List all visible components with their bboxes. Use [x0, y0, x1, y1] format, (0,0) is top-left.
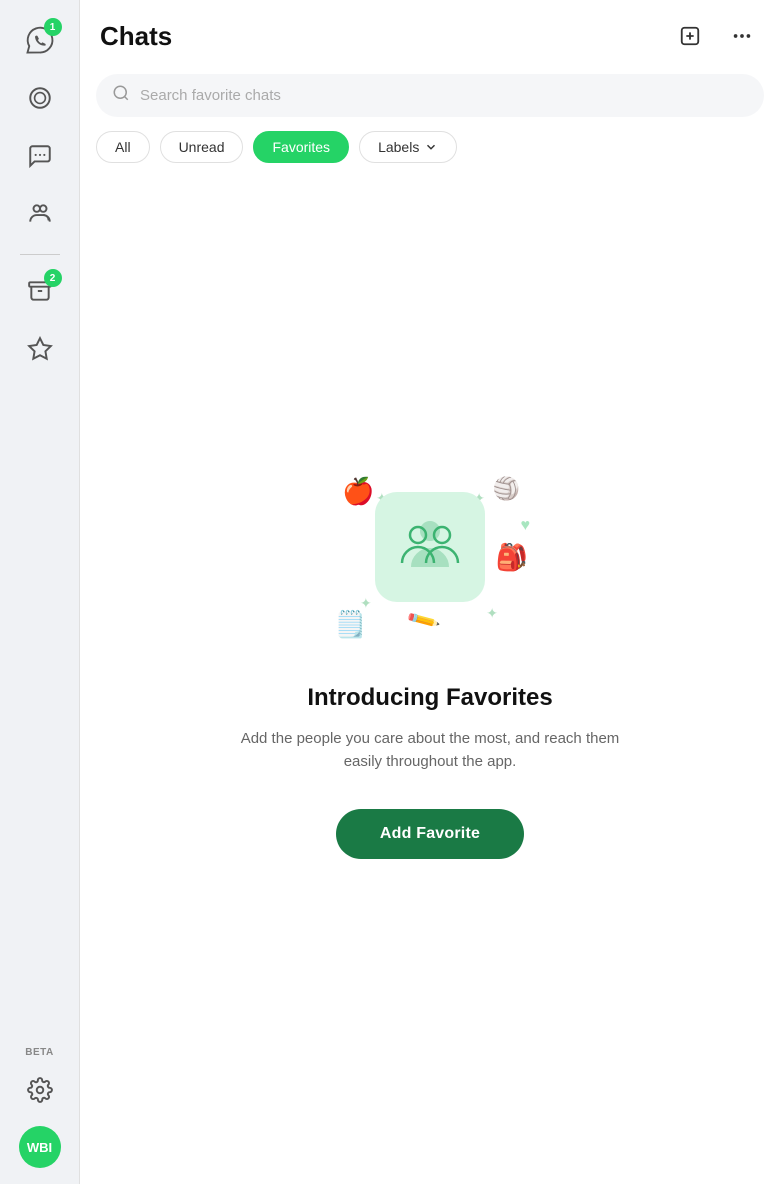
sparkle-icon-4: ✦	[486, 605, 498, 622]
tab-favorites[interactable]: Favorites	[253, 131, 349, 163]
chats-icon	[27, 143, 53, 169]
header-actions	[672, 18, 760, 54]
sidebar-item-settings[interactable]	[16, 1066, 64, 1114]
starred-icon	[27, 336, 53, 362]
filter-tabs: All Unread Favorites Labels	[80, 127, 780, 177]
settings-icon	[27, 1077, 53, 1103]
sidebar-bottom: BETA WBI	[16, 1047, 64, 1168]
sidebar-item-archive[interactable]: 2	[16, 267, 64, 315]
whatsapp-badge: 1	[44, 18, 62, 36]
empty-state: ✦ ✦ ✦ ✦ 🍎 🏐 ♥	[80, 177, 780, 1184]
notepad-icon: 🗒️	[334, 609, 366, 640]
heart-icon: ♥	[521, 517, 531, 535]
communities-icon	[27, 201, 53, 227]
tab-labels[interactable]: Labels	[359, 131, 457, 163]
sidebar-item-chats[interactable]	[16, 132, 64, 180]
search-bar-wrapper: Search favorite chats	[80, 68, 780, 127]
empty-state-description: Add the people you care about the most, …	[240, 728, 620, 773]
archive-badge: 2	[44, 269, 62, 287]
new-chat-button[interactable]	[672, 18, 708, 54]
new-chat-icon	[679, 25, 701, 47]
page-title: Chats	[100, 21, 172, 52]
backpack-icon: 🎒	[496, 542, 528, 573]
beta-label: BETA	[25, 1047, 53, 1058]
add-favorite-button[interactable]: Add Favorite	[336, 809, 524, 859]
status-icon	[27, 85, 53, 111]
search-placeholder: Search favorite chats	[140, 87, 281, 104]
chevron-down-icon	[424, 140, 438, 154]
avatar[interactable]: WBI	[19, 1126, 61, 1168]
sidebar-item-whatsapp[interactable]: 1	[16, 16, 64, 64]
empty-state-title: Introducing Favorites	[307, 684, 552, 712]
sidebar-item-communities[interactable]	[16, 190, 64, 238]
more-options-button[interactable]	[724, 18, 760, 54]
sidebar-item-starred[interactable]	[16, 325, 64, 373]
favorites-illustration: ✦ ✦ ✦ ✦ 🍎 🏐 ♥	[320, 462, 540, 652]
search-icon	[112, 84, 130, 107]
tab-all[interactable]: All	[96, 131, 150, 163]
main-panel: Chats	[80, 0, 780, 1184]
search-bar[interactable]: Search favorite chats	[96, 74, 764, 117]
favorites-card-illustration	[375, 492, 485, 602]
people-icon	[398, 513, 462, 582]
header: Chats	[80, 0, 780, 68]
pencil-icon: ✏️	[405, 603, 442, 639]
sidebar-item-status[interactable]	[16, 74, 64, 122]
tab-unread[interactable]: Unread	[160, 131, 244, 163]
apple-icon: 🍎	[342, 476, 374, 507]
more-options-icon	[731, 25, 753, 47]
volleyball-icon: 🏐	[493, 476, 520, 502]
sidebar: 1 2	[0, 0, 80, 1184]
sidebar-divider	[20, 254, 60, 255]
